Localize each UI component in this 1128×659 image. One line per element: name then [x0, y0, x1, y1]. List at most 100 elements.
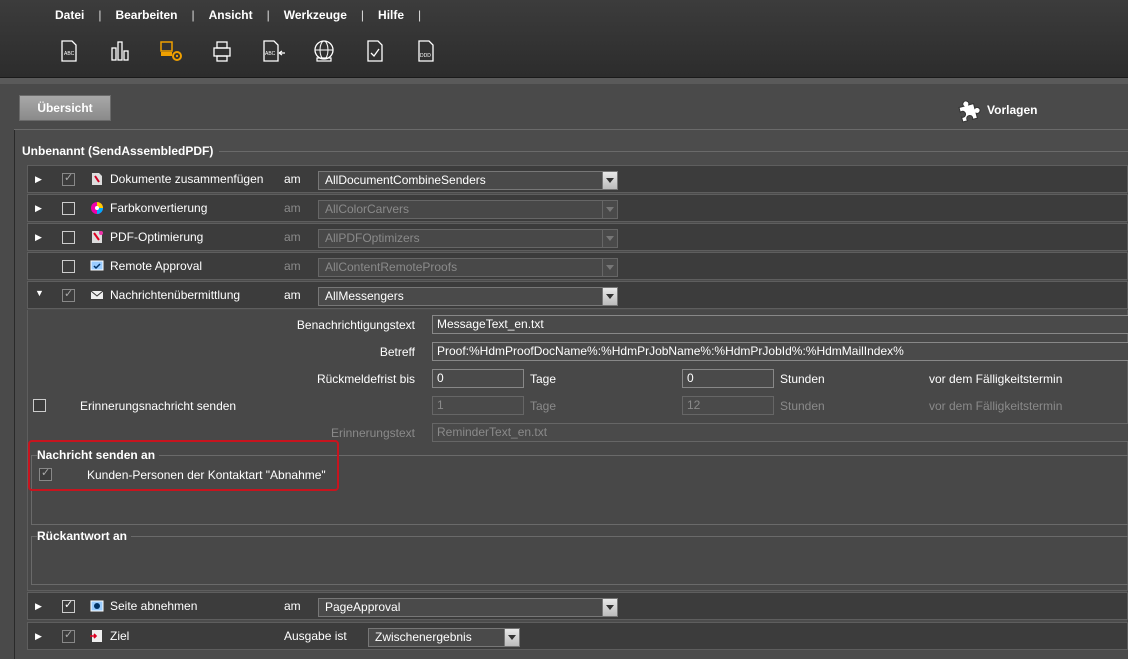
document-check-icon[interactable]: [362, 38, 388, 64]
step-select-value: AllDocumentCombineSenders: [325, 173, 486, 187]
menu-datei[interactable]: Datei: [55, 8, 98, 22]
step-select[interactable]: AllPDFOptimizers: [318, 229, 618, 248]
chevron-down-icon[interactable]: [602, 599, 617, 616]
reminder-before-due-label: vor dem Fälligkeitstermin: [929, 399, 1063, 413]
step-checkbox[interactable]: [62, 231, 75, 244]
gear-printer-icon[interactable]: [158, 38, 184, 64]
subject-field[interactable]: Proof:%HdmProofDocName%:%HdmPrJobName%:%…: [432, 342, 1128, 361]
step-am-label: am: [284, 599, 301, 613]
menu-ansicht[interactable]: Ansicht: [209, 8, 267, 22]
menu-separator: |: [266, 8, 270, 22]
device-icon[interactable]: [209, 38, 235, 64]
step-select-value: Zwischenergebnis: [375, 630, 472, 644]
pdf-optimize-icon: [92, 231, 103, 243]
step-checkbox[interactable]: ✓: [62, 599, 75, 613]
chevron-down-icon[interactable]: [602, 230, 617, 247]
templates-label: Vorlagen: [987, 103, 1038, 117]
top-bar: Datei | Bearbeiten | Ansicht | Werkzeuge | H…: [0, 0, 1128, 78]
step-label: Nachrichtenübermittlung: [110, 288, 241, 302]
chevron-down-icon[interactable]: [602, 288, 617, 305]
step-checkbox[interactable]: [62, 260, 75, 273]
step-checkbox[interactable]: ✓: [62, 172, 75, 186]
step-select-value: AllColorCarvers: [325, 202, 410, 216]
expand-arrow-icon[interactable]: ▶: [35, 203, 43, 213]
svg-text:DDD: DDD: [420, 53, 431, 59]
reminder-label: Erinnerungsnachricht senden: [80, 399, 237, 413]
reminder-days-unit: Tage: [530, 399, 557, 413]
notification-text-field[interactable]: MessageText_en.txt: [432, 315, 1128, 334]
step-row-messaging: ▼ ✓ Nachrichtenübermittlung am AllMessen…: [27, 281, 1128, 309]
expand-arrow-icon[interactable]: ▶: [35, 174, 43, 184]
step-row-page-approval: ▶ ✓ Seite abnehmen am PageApproval: [27, 592, 1128, 620]
step-label: PDF-Optimierung: [110, 230, 204, 244]
step-select-value: AllPDFOptimizers: [325, 231, 420, 245]
step-label: Remote Approval: [110, 259, 203, 273]
response-days-field[interactable]: 0: [432, 369, 524, 388]
toolbar: ABC ABC DDD: [56, 38, 464, 64]
notification-text-label: Benachrichtigungstext: [296, 318, 415, 332]
step-select[interactable]: AllContentRemoteProofs: [318, 258, 618, 277]
step-checkbox[interactable]: ✓: [62, 629, 75, 643]
step-am-label: am: [284, 288, 301, 302]
step-select[interactable]: AllMessengers: [318, 287, 618, 306]
response-deadline-label: Rückmeldefrist bis: [316, 372, 415, 386]
step-label: Dokumente zusammenfügen: [110, 172, 264, 186]
step-select[interactable]: AllColorCarvers: [318, 200, 618, 219]
menu-bearbeiten[interactable]: Bearbeiten: [115, 8, 191, 22]
before-due-label: vor dem Fälligkeitstermin: [929, 372, 1063, 386]
templates-button[interactable]: Vorlagen: [955, 96, 1037, 124]
expand-arrow-icon[interactable]: ▶: [35, 232, 43, 242]
step-row-pdf-optimization: ▶ PDF-Optimierung am AllPDFOptimizers: [27, 223, 1128, 251]
step-label: Ziel: [110, 629, 130, 643]
envelope-icon: [90, 290, 104, 299]
chevron-down-icon[interactable]: [602, 259, 617, 276]
tab-overview[interactable]: Übersicht: [19, 95, 111, 121]
svg-text:ABC: ABC: [265, 51, 276, 57]
workflow-title: Unbenannt (SendAssembledPDF): [22, 144, 220, 158]
step-row-color-conversion: ▶ Farbkonvertierung am AllColorCarvers: [27, 194, 1128, 222]
chart-icon[interactable]: [107, 38, 133, 64]
step-am-label: am: [284, 259, 301, 273]
document-ddd-icon[interactable]: DDD: [413, 38, 439, 64]
step-am-label: am: [284, 172, 301, 186]
menu-hilfe[interactable]: Hilfe: [378, 8, 418, 22]
step-label: Farbkonvertierung: [110, 201, 208, 215]
menu-separator: |: [418, 8, 422, 22]
collapse-arrow-icon[interactable]: ▼: [35, 288, 44, 298]
target-icon: [90, 630, 102, 642]
step-select-value: PageApproval: [325, 600, 401, 614]
reply-to-title: Rückantwort an: [37, 529, 132, 543]
chevron-down-icon[interactable]: [504, 629, 519, 646]
menu-separator: |: [98, 8, 102, 22]
step-row-document-combine: ▶ ✓ Dokumente zusammenfügen am AllDocume…: [27, 165, 1128, 193]
reminder-hours-field[interactable]: 12: [682, 396, 774, 415]
chevron-down-icon[interactable]: [602, 172, 617, 189]
globe-icon[interactable]: [311, 38, 337, 64]
step-checkbox[interactable]: ✓: [62, 288, 75, 302]
color-wheel-icon: [91, 202, 103, 214]
step-checkbox[interactable]: [62, 202, 75, 215]
step-am-label: am: [284, 201, 301, 215]
days-unit: Tage: [530, 372, 557, 386]
response-hours-field[interactable]: 0: [682, 369, 774, 388]
reminder-checkbox[interactable]: [33, 399, 46, 412]
document-arrow-icon[interactable]: ABC: [260, 38, 286, 64]
chevron-down-icon[interactable]: [602, 201, 617, 218]
step-select[interactable]: Zwischenergebnis: [368, 628, 520, 647]
step-select-value: AllMessengers: [325, 289, 404, 303]
document-combine-icon: [92, 173, 102, 185]
expand-arrow-icon[interactable]: ▶: [35, 631, 43, 641]
group-line: [212, 151, 1128, 152]
step-row-target: ▶ ✓ Ziel Ausgabe ist Zwischenergebnis: [27, 622, 1128, 650]
reminder-text-field[interactable]: ReminderText_en.txt: [432, 423, 1128, 442]
step-select[interactable]: AllDocumentCombineSenders: [318, 171, 618, 190]
reminder-days-field[interactable]: 1: [432, 396, 524, 415]
menu-separator: |: [191, 8, 195, 22]
menu-bar: Datei | Bearbeiten | Ansicht | Werkzeuge | H…: [55, 7, 435, 23]
menu-werkzeuge[interactable]: Werkzeuge: [284, 8, 361, 22]
subject-label: Betreff: [379, 345, 415, 359]
step-select[interactable]: PageApproval: [318, 598, 618, 617]
page-approval-icon: [90, 600, 104, 612]
document-abc-icon[interactable]: ABC: [56, 38, 82, 64]
expand-arrow-icon[interactable]: ▶: [35, 601, 43, 611]
